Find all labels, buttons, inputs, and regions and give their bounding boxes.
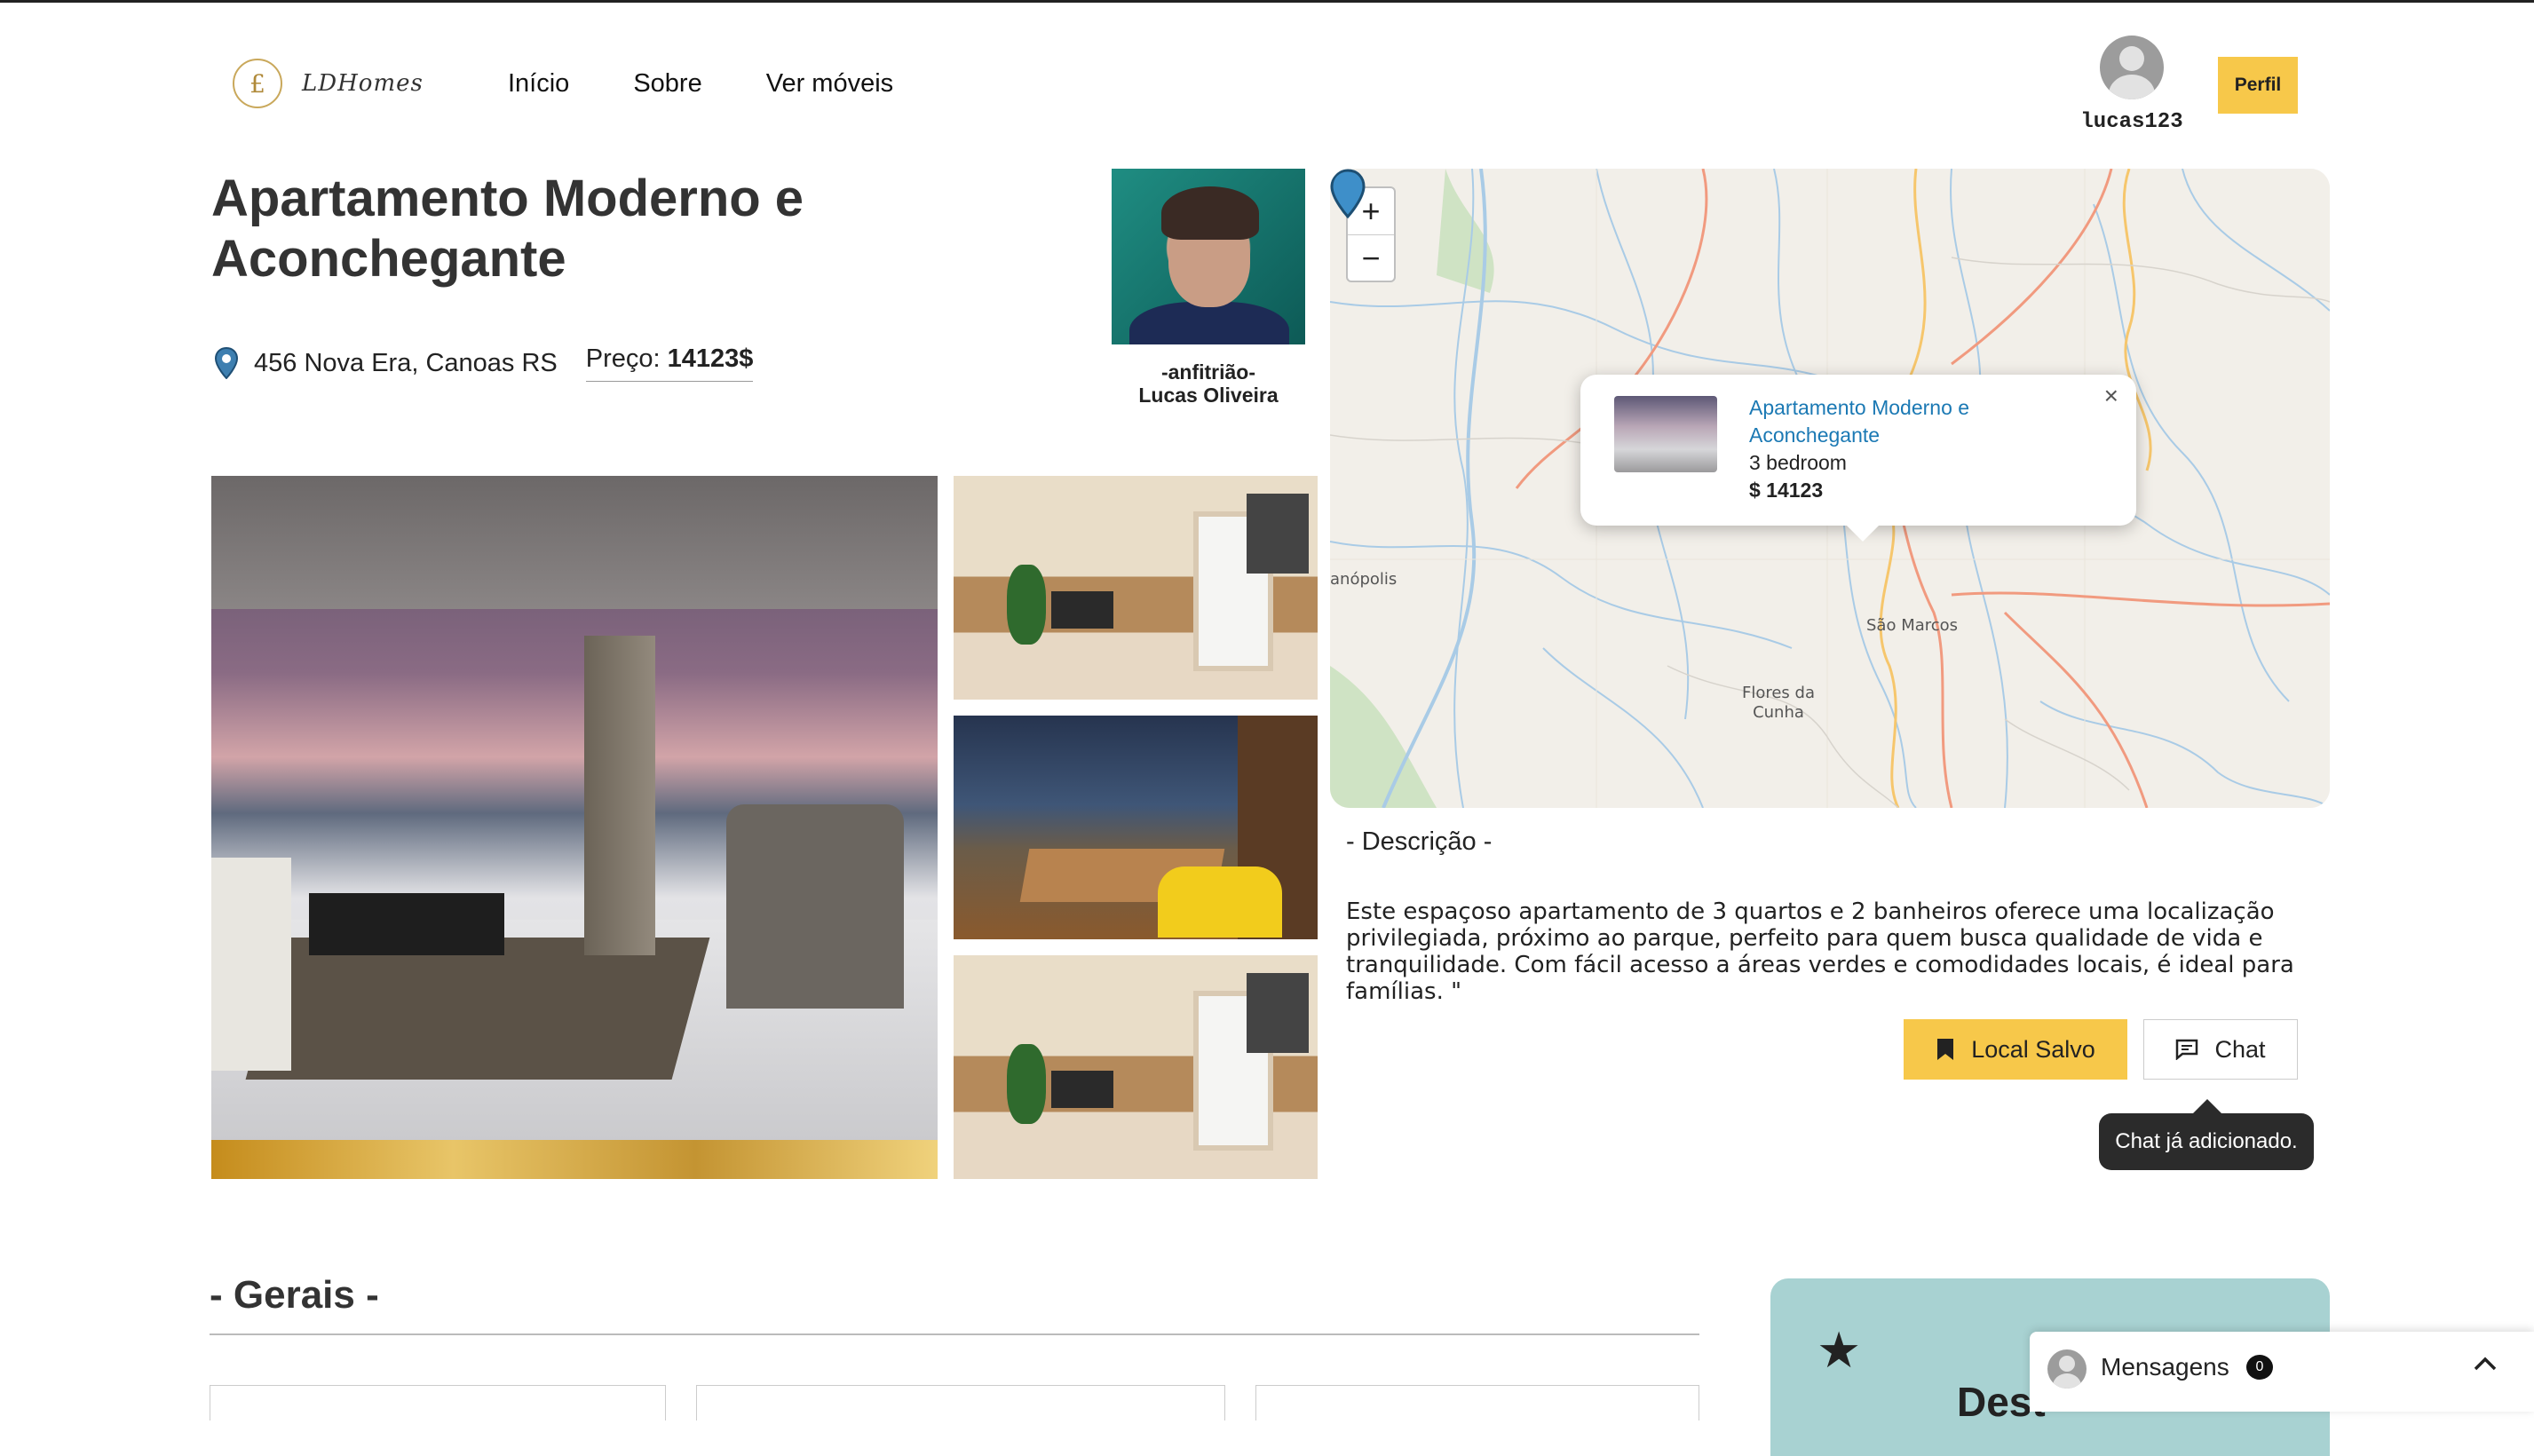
- username: lucas123: [2080, 110, 2183, 134]
- popup-bedrooms: 3 bedroom: [1749, 451, 1847, 474]
- general-section-heading: - Gerais -: [210, 1273, 379, 1317]
- host-caption: -anfitrião- Lucas Oliveira: [1112, 360, 1305, 407]
- user-avatar[interactable]: [2100, 36, 2164, 99]
- map-label-sao-marcos: São Marcos: [1866, 616, 1959, 635]
- main-nav: Início Sobre Ver móveis: [508, 69, 893, 99]
- saved-place-button[interactable]: Local Salvo: [1904, 1019, 2127, 1080]
- chat-icon: [2176, 1039, 2198, 1060]
- location-pin-icon: [215, 347, 238, 379]
- chat-button[interactable]: Chat: [2143, 1019, 2298, 1080]
- star-icon: ★: [1817, 1322, 1862, 1378]
- messages-avatar: [2047, 1349, 2087, 1389]
- logo-text: LDHomes: [302, 70, 424, 97]
- popup-title-link[interactable]: Apartamento Moderno e Aconchegante: [1749, 394, 2069, 449]
- chat-tooltip: Chat já adicionado.: [2099, 1099, 2314, 1170]
- popup-close-icon[interactable]: ×: [2104, 382, 2118, 410]
- section-divider: [210, 1333, 1699, 1335]
- general-card-1: [210, 1385, 666, 1420]
- nav-link-inicio[interactable]: Início: [508, 69, 569, 99]
- messages-bar[interactable]: Mensagens 0: [2030, 1332, 2534, 1412]
- logo[interactable]: £ LDHomes: [233, 59, 424, 108]
- popup-thumbnail[interactable]: [1614, 396, 1717, 472]
- listing-address: 456 Nova Era, Canoas RS: [254, 348, 558, 377]
- popup-price: $ 14123: [1749, 479, 1824, 502]
- address-row: 456 Nova Era, Canoas RS Preço: 14123$: [215, 344, 754, 382]
- saved-place-label: Local Salvo: [1971, 1035, 2095, 1063]
- map-popup[interactable]: Apartamento Moderno e Aconchegante 3 bed…: [1580, 375, 2136, 542]
- listing-price: Preço: 14123$: [585, 344, 754, 382]
- price-label: Preço:: [585, 344, 661, 373]
- description-text: Este espaçoso apartamento de 3 quartos e…: [1346, 898, 2294, 1005]
- nav-link-sobre[interactable]: Sobre: [633, 69, 701, 99]
- chat-label: Chat: [2214, 1035, 2266, 1063]
- map-label-flores-da-cunha: Flores da Cunha: [1741, 684, 1815, 722]
- messages-count-badge: 0: [2246, 1355, 2273, 1380]
- chevron-up-icon[interactable]: [2472, 1346, 2498, 1381]
- user-menu[interactable]: lucas123: [2074, 36, 2190, 134]
- host-name: Lucas Oliveira: [1138, 384, 1279, 407]
- general-card-2: [696, 1385, 1225, 1420]
- gallery-photo-3[interactable]: [954, 955, 1318, 1179]
- popup-text: Apartamento Moderno e Aconchegante 3 bed…: [1749, 394, 2069, 504]
- main-photo[interactable]: [211, 476, 938, 1179]
- profile-button[interactable]: Perfil: [2218, 57, 2298, 114]
- bookmark-icon: [1937, 1039, 1954, 1060]
- nav-link-ver-moveis[interactable]: Ver móveis: [766, 69, 893, 99]
- host-role: -anfitrião-: [1160, 360, 1256, 384]
- price-value: 14123$: [667, 344, 754, 373]
- description-heading: - Descrição -: [1346, 827, 1493, 856]
- zoom-out-button[interactable]: −: [1348, 234, 1394, 281]
- gallery-photo-1[interactable]: [954, 476, 1318, 700]
- map-label-anopolis: anópolis: [1330, 570, 1398, 589]
- logo-badge: £: [233, 59, 282, 108]
- listing-title: Apartamento Moderno e Aconchegante: [211, 170, 804, 288]
- map[interactable]: + − anópolis São Marcos Flores da Cunha …: [1330, 169, 2330, 808]
- messages-label: Mensagens: [2101, 1353, 2229, 1381]
- host-photo[interactable]: [1112, 169, 1305, 344]
- map-marker-icon[interactable]: [1330, 169, 1366, 218]
- top-border: [0, 0, 2534, 3]
- general-card-3: [1255, 1385, 1699, 1420]
- gallery-photo-2[interactable]: [954, 716, 1318, 939]
